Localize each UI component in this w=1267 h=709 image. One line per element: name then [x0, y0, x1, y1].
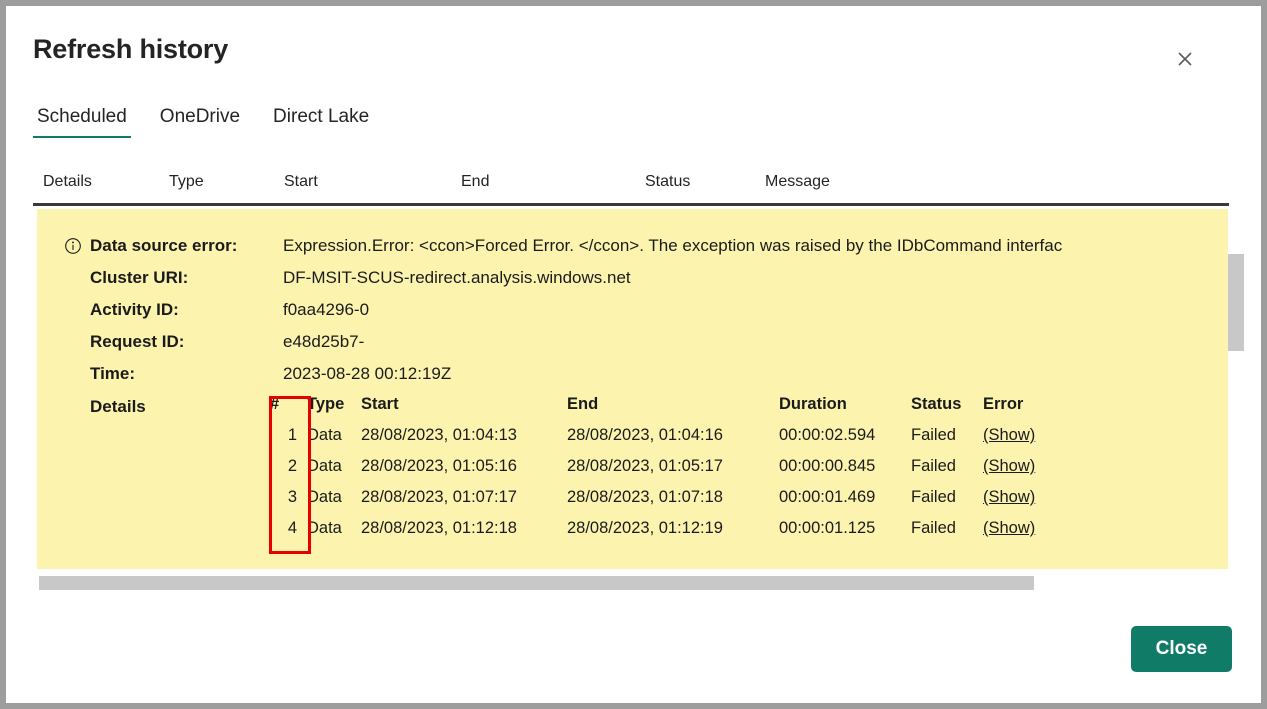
field-value: DF-MSIT-SCUS-redirect.analysis.windows.n…: [283, 268, 631, 287]
field-data-source-error: Data source error: Expression.Error: <cco…: [90, 236, 1062, 256]
header-status: Status: [911, 395, 962, 413]
cell-start: 28/08/2023, 01:07:17: [361, 488, 517, 506]
cell-duration: 00:00:02.594: [779, 426, 876, 444]
cell-type: Data: [307, 457, 342, 475]
cell-end: 28/08/2023, 01:12:19: [567, 519, 723, 537]
cell-type: Data: [307, 488, 342, 506]
field-activity-id: Activity ID: f0aa4296-0: [90, 300, 369, 320]
field-cluster-uri: Cluster URI: DF-MSIT-SCUS-redirect.analys…: [90, 268, 631, 288]
tab-onedrive[interactable]: OneDrive: [156, 106, 244, 138]
table-row: 2 Data 28/08/2023, 01:05:16 28/08/2023, …: [270, 451, 1063, 482]
field-time: Time: 2023-08-28 00:12:19Z: [90, 364, 451, 384]
cell-type: Data: [307, 519, 342, 537]
vertical-scrollbar-thumb[interactable]: [1228, 254, 1244, 351]
cell-end: 28/08/2023, 01:05:17: [567, 457, 723, 475]
header-start: Start: [361, 395, 399, 413]
table-row: 3 Data 28/08/2023, 01:07:17 28/08/2023, …: [270, 482, 1063, 513]
error-details-panel: Data source error: Expression.Error: <cco…: [37, 209, 1228, 569]
header-duration: Duration: [779, 395, 847, 413]
show-error-link[interactable]: (Show): [983, 426, 1035, 444]
show-error-link[interactable]: (Show): [983, 457, 1035, 475]
cell-start: 28/08/2023, 01:05:16: [361, 457, 517, 475]
close-icon[interactable]: [1168, 42, 1202, 76]
refresh-table-header: Details Type Start End Status Message: [33, 173, 1233, 203]
header-error: Error: [983, 395, 1024, 413]
horizontal-scrollbar-thumb[interactable]: [39, 576, 1034, 590]
field-request-id: Request ID: e48d25b7-: [90, 332, 364, 352]
field-label: Time:: [90, 364, 136, 383]
cell-end: 28/08/2023, 01:04:16: [567, 426, 723, 444]
cell-duration: 00:00:00.845: [779, 457, 876, 475]
column-header-end[interactable]: End: [461, 173, 489, 191]
page-title: Refresh history: [33, 34, 229, 64]
field-value: Expression.Error: <ccon>Forced Error. </…: [283, 236, 1063, 255]
cell-number: 3: [287, 488, 297, 506]
cell-duration: 00:00:01.469: [779, 488, 876, 506]
cell-status: Failed: [911, 457, 956, 475]
tab-scheduled[interactable]: Scheduled: [33, 106, 131, 138]
field-value: f0aa4296-0: [283, 300, 370, 319]
header-divider: [33, 203, 1229, 206]
table-row: 4 Data 28/08/2023, 01:12:18 28/08/2023, …: [270, 513, 1063, 544]
cell-start: 28/08/2023, 01:12:18: [361, 519, 517, 537]
column-header-start[interactable]: Start: [284, 173, 318, 191]
column-header-message[interactable]: Message: [765, 173, 830, 191]
show-error-link[interactable]: (Show): [983, 519, 1035, 537]
cell-status: Failed: [911, 488, 956, 506]
field-value: 2023-08-28 00:12:19Z: [283, 364, 452, 383]
details-label: Details: [90, 397, 146, 416]
tab-direct-lake[interactable]: Direct Lake: [269, 106, 373, 138]
cell-status: Failed: [911, 519, 956, 537]
field-label: Data source error:: [90, 236, 238, 255]
refresh-history-dialog: Refresh history Scheduled OneDrive Direc…: [6, 6, 1261, 703]
cell-end: 28/08/2023, 01:07:18: [567, 488, 723, 506]
cell-number: 4: [287, 519, 297, 537]
cell-number: 2: [287, 457, 297, 475]
field-value: e48d25b7-: [283, 332, 365, 351]
close-button[interactable]: Close: [1131, 626, 1232, 672]
field-label: Request ID:: [90, 332, 185, 351]
table-header-row: # Type Start End Duration Status Error: [270, 395, 1063, 420]
cell-type: Data: [307, 426, 342, 444]
info-icon: [64, 237, 82, 255]
attempt-details-table: # Type Start End Duration Status Error 1…: [270, 395, 1063, 544]
field-label: Cluster URI:: [90, 268, 189, 287]
cell-duration: 00:00:01.125: [779, 519, 876, 537]
header-number: #: [270, 395, 280, 413]
table-row: 1 Data 28/08/2023, 01:04:13 28/08/2023, …: [270, 420, 1063, 451]
show-error-link[interactable]: (Show): [983, 488, 1035, 506]
column-header-details[interactable]: Details: [43, 173, 92, 191]
field-label: Activity ID:: [90, 300, 179, 319]
tab-list: Scheduled OneDrive Direct Lake: [33, 106, 373, 138]
cell-number: 1: [287, 426, 297, 444]
header-type: Type: [307, 395, 345, 413]
column-header-status[interactable]: Status: [645, 173, 690, 191]
cell-status: Failed: [911, 426, 956, 444]
header-end: End: [567, 395, 599, 413]
cell-start: 28/08/2023, 01:04:13: [361, 426, 517, 444]
column-header-type[interactable]: Type: [169, 173, 204, 191]
